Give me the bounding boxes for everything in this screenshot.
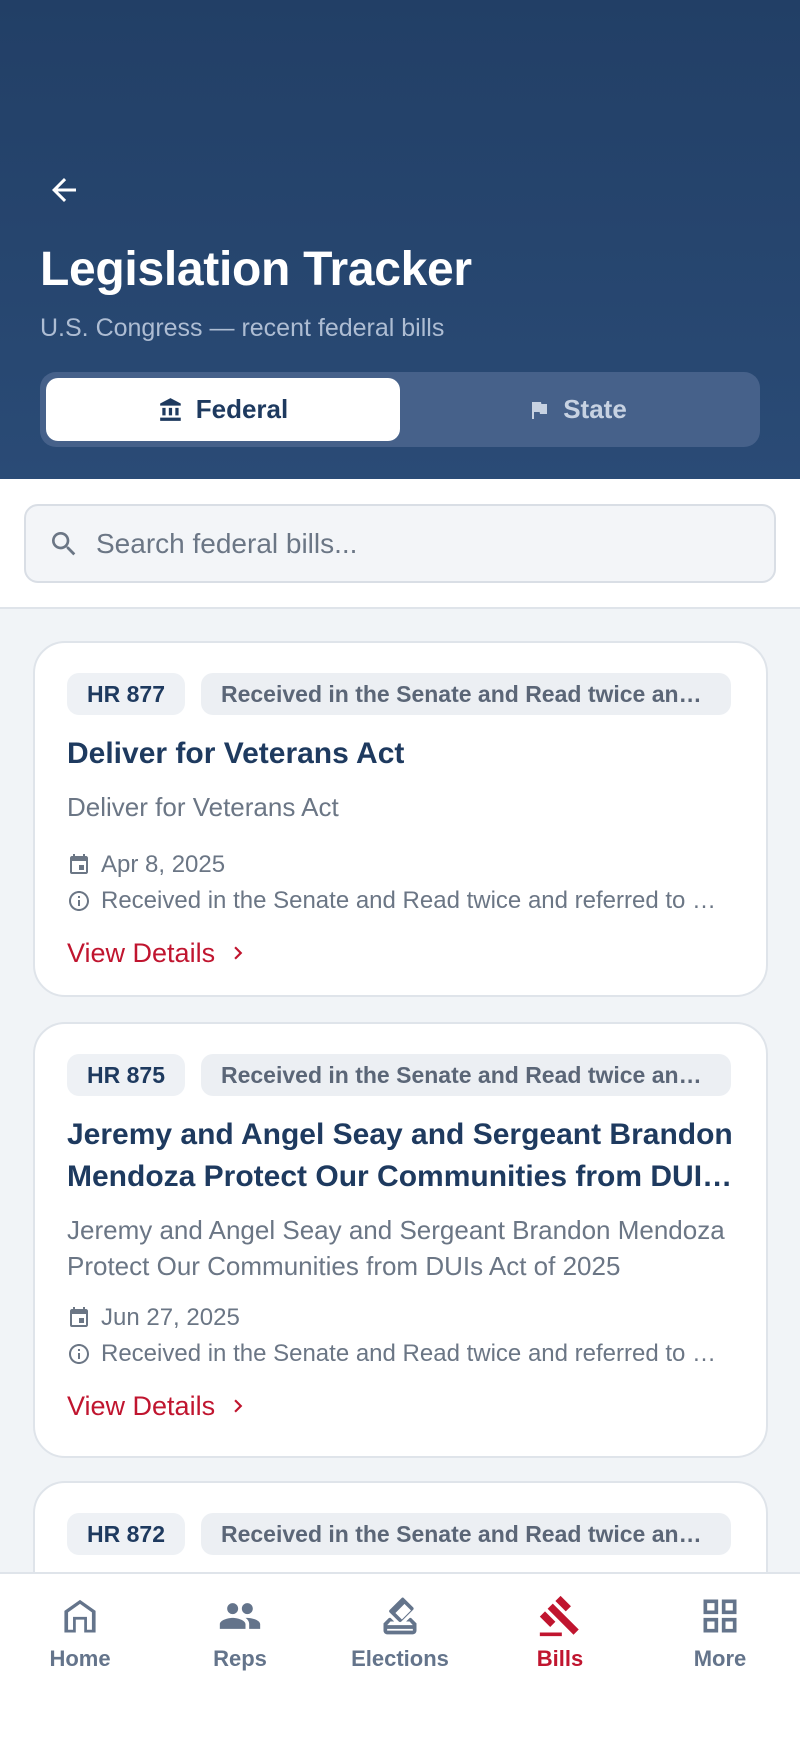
view-details-link[interactable]: View Details — [67, 933, 734, 973]
tab-federal-label: Federal — [195, 394, 289, 424]
gavel-icon — [539, 1595, 579, 1637]
jurisdiction-toggle: Federal State — [40, 372, 760, 447]
tab-state-label: State — [563, 394, 627, 424]
search-icon — [52, 531, 76, 555]
bill-description: Deliver for Veterans Act — [67, 792, 339, 822]
bill-number-badge: HR 875 — [67, 1054, 185, 1096]
search-input[interactable] — [96, 527, 736, 560]
view-details-label: View Details — [67, 937, 216, 968]
bill-action-row: Received in the Senate and Read twice an… — [67, 1336, 734, 1372]
nav-reps-label: Reps — [213, 1646, 267, 1671]
bill-latest-action: Received in the Senate and Read twice an… — [101, 1340, 721, 1367]
nav-home[interactable]: Home — [0, 1574, 160, 1740]
calendar-icon — [70, 1307, 88, 1327]
flag-icon — [532, 401, 548, 419]
arrow-left-icon — [52, 178, 76, 202]
chevron-right-icon — [234, 946, 243, 960]
home-icon — [64, 1599, 96, 1633]
bill-card[interactable]: HR 875 Received in the Senate and Read t… — [33, 1022, 768, 1458]
search-section — [0, 479, 800, 609]
bill-title: Deliver for Veterans Act — [67, 737, 405, 770]
bill-date: Jun 27, 2025 — [101, 1304, 240, 1331]
nav-bills[interactable]: Bills — [480, 1574, 640, 1740]
nav-more[interactable]: More — [640, 1574, 800, 1740]
info-icon — [69, 891, 89, 911]
chevron-right-icon — [234, 1399, 243, 1413]
bottom-nav: Home Reps Elections Bills More — [0, 1572, 800, 1740]
status-badge: Received in the Senate and Read twice an… — [200, 673, 731, 715]
bill-card[interactable]: HR 877 Received in the Senate and Read t… — [33, 641, 768, 997]
grid-icon — [703, 1599, 737, 1633]
page-title: Legislation Tracker — [40, 243, 472, 296]
ballot-icon — [383, 1597, 417, 1635]
nav-elections-label: Elections — [351, 1646, 449, 1671]
bill-action-row: Received in the Senate and Read twice an… — [67, 883, 734, 919]
nav-more-label: More — [693, 1646, 747, 1671]
status-badge: Received in the Senate and Read twice an… — [200, 1054, 731, 1096]
page-subtitle: U.S. Congress — recent federal bills — [40, 314, 445, 342]
nav-elections[interactable]: Elections — [320, 1574, 480, 1740]
bill-date-row: Apr 8, 2025 — [67, 847, 734, 883]
bill-date-row: Jun 27, 2025 — [67, 1300, 734, 1336]
bill-number-badge: HR 872 — [67, 1513, 185, 1555]
info-icon — [69, 1344, 89, 1364]
calendar-icon — [70, 854, 88, 874]
bill-description: Jeremy and Angel Seay and Sergeant Brand… — [67, 1215, 725, 1281]
bank-icon — [159, 397, 181, 421]
nav-bills-label: Bills — [536, 1646, 584, 1671]
tab-federal[interactable]: Federal — [46, 378, 400, 441]
back-button[interactable] — [40, 168, 88, 212]
bill-latest-action: Received in the Senate and Read twice an… — [101, 887, 721, 914]
status-badge: Received in the Senate and Read twice an… — [200, 1513, 731, 1555]
view-details-link[interactable]: View Details — [67, 1386, 734, 1426]
bill-number-badge: HR 877 — [67, 673, 185, 715]
view-details-label: View Details — [67, 1390, 216, 1421]
search-box[interactable] — [24, 504, 776, 583]
header: Legislation Tracker U.S. Congress — rece… — [0, 0, 800, 479]
tab-state[interactable]: State — [400, 378, 754, 441]
nav-home-label: Home — [49, 1646, 111, 1671]
people-icon — [219, 1603, 261, 1629]
bill-date: Apr 8, 2025 — [101, 851, 226, 878]
bill-title: Jeremy and Angel Seay and Sergeant Brand… — [67, 1118, 733, 1193]
nav-reps[interactable]: Reps — [160, 1574, 320, 1740]
